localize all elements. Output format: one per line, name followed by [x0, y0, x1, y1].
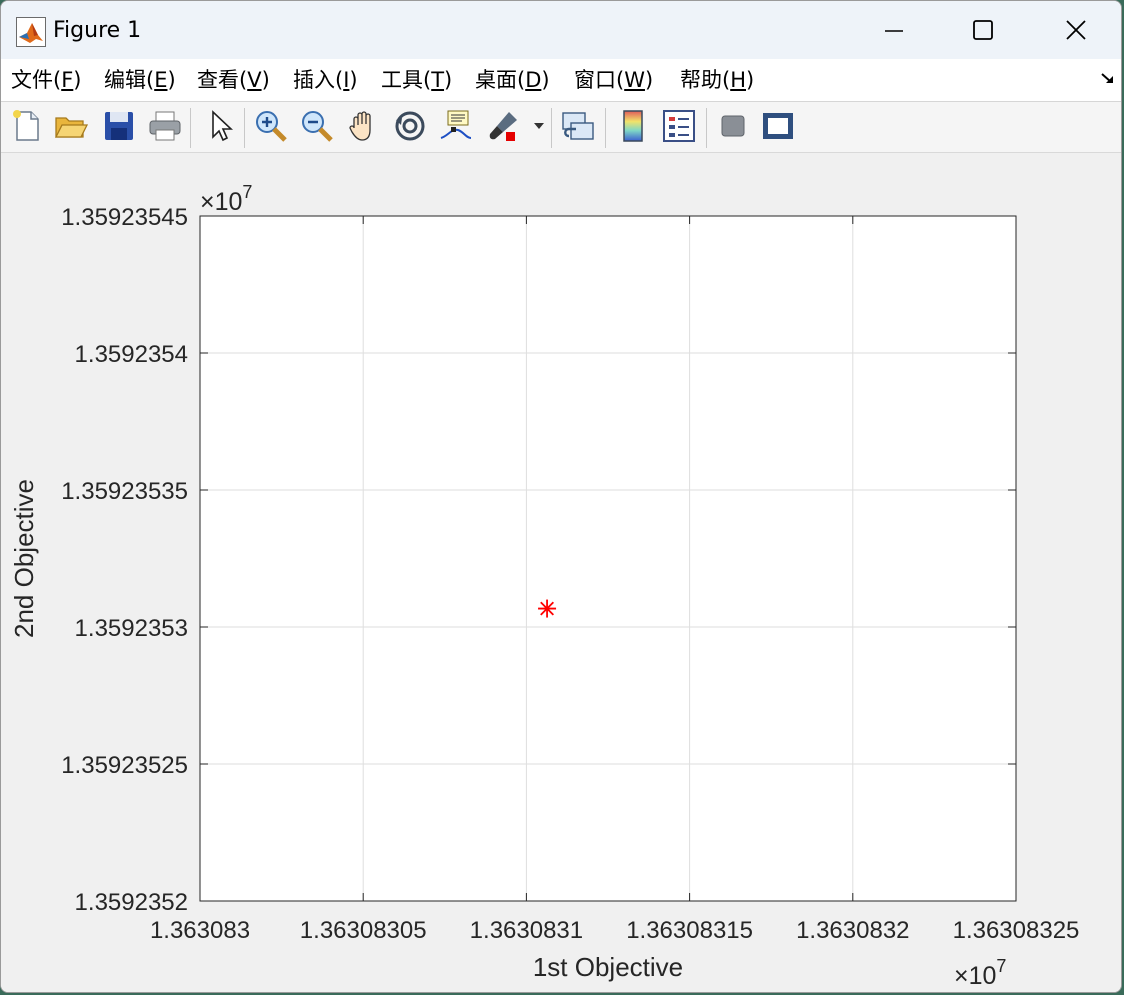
- close-icon: [1066, 20, 1086, 40]
- brush-dropdown-icon[interactable]: [533, 121, 545, 131]
- insert-legend-icon[interactable]: [661, 108, 697, 144]
- dock-arrow-icon[interactable]: [1099, 71, 1117, 87]
- y-axis-label: 2nd Objective: [9, 479, 39, 638]
- y-tick-label: 1.3592353: [75, 615, 188, 642]
- figure-canvas: 1.363083 1.36308305 1.3630831 1.36308315 1.3…: [1, 153, 1121, 992]
- menu-view[interactable]: 查看(V): [197, 65, 270, 95]
- toolbar-separator: [605, 108, 606, 148]
- hide-plot-tools-icon[interactable]: [715, 108, 751, 144]
- y-tick-label: 1.35923535: [61, 478, 188, 505]
- y-tick-label: 1.3592354: [75, 341, 188, 368]
- maximize-button[interactable]: [938, 1, 1028, 59]
- toolbar-separator: [190, 108, 191, 148]
- show-plot-tools-icon[interactable]: [760, 108, 796, 144]
- print-icon[interactable]: [147, 108, 183, 144]
- plot-area[interactable]: 1.363083 1.36308305 1.3630831 1.36308315 1.3…: [1, 153, 1122, 993]
- menu-file[interactable]: 文件(F): [11, 65, 82, 95]
- menu-tools[interactable]: 工具(T): [381, 65, 452, 95]
- y-tick-label: 1.35923525: [61, 752, 188, 779]
- save-icon[interactable]: [101, 108, 137, 144]
- y-tick-label: 1.35923545: [61, 204, 188, 231]
- x-tick-label: 1.363083: [150, 917, 250, 944]
- menu-insert[interactable]: 插入(I): [293, 65, 358, 95]
- y-tick-label: 1.3592352: [75, 889, 188, 916]
- rotate-3d-icon[interactable]: [392, 108, 428, 144]
- title-bar[interactable]: Figure 1: [1, 1, 1121, 59]
- data-series: [538, 599, 557, 618]
- pan-icon[interactable]: [346, 108, 382, 144]
- matlab-logo-icon: [16, 17, 46, 47]
- close-button[interactable]: [1031, 1, 1121, 59]
- toolbar-separator: [244, 108, 245, 148]
- x-axis-label: 1st Objective: [533, 952, 683, 982]
- minimize-icon: [885, 30, 903, 32]
- figure-toolbar: [1, 102, 1121, 153]
- insert-colorbar-icon[interactable]: [615, 108, 651, 144]
- data-cursor-icon[interactable]: [438, 108, 474, 144]
- menu-window[interactable]: 窗口(W): [574, 65, 653, 95]
- minimize-button[interactable]: [849, 1, 939, 59]
- menu-edit[interactable]: 编辑(E): [104, 65, 176, 95]
- menu-bar: 文件(F) 编辑(E) 查看(V) 插入(I) 工具(T) 桌面(D) 窗口(W…: [1, 59, 1121, 102]
- x-tick-label: 1.3630831: [470, 917, 583, 944]
- x-tick-label: 1.36308305: [300, 917, 427, 944]
- data-point: [538, 599, 557, 618]
- y-tick-labels: 1.3592352 1.35923525 1.3592353 1.35923535 1.…: [61, 204, 188, 916]
- y-exponent-label: ×107: [200, 182, 252, 216]
- open-file-icon[interactable]: [53, 108, 89, 144]
- x-tick-labels: 1.363083 1.36308305 1.3630831 1.36308315 1.3…: [150, 917, 1079, 944]
- figure-window: Figure 1 文件(F) 编辑(E) 查看(V) 插入(I) 工具(T) 桌…: [0, 0, 1122, 993]
- toolbar-separator: [706, 108, 707, 148]
- x-tick-label: 1.36308325: [953, 917, 1080, 944]
- zoom-in-icon[interactable]: [253, 108, 289, 144]
- window-title: Figure 1: [53, 18, 142, 43]
- link-plot-icon[interactable]: [560, 108, 596, 144]
- zoom-out-icon[interactable]: [299, 108, 335, 144]
- brush-icon[interactable]: [485, 108, 521, 144]
- x-tick-label: 1.36308315: [626, 917, 753, 944]
- maximize-icon: [973, 20, 993, 40]
- edit-plot-icon[interactable]: [202, 108, 238, 144]
- menu-desktop[interactable]: 桌面(D): [475, 65, 550, 95]
- x-tick-label: 1.3630832: [796, 917, 909, 944]
- menu-help[interactable]: 帮助(H): [680, 65, 754, 95]
- new-figure-icon[interactable]: [9, 108, 45, 144]
- axes-background: [200, 216, 1016, 901]
- toolbar-separator: [551, 108, 552, 148]
- x-exponent-label: ×107: [954, 956, 1006, 990]
